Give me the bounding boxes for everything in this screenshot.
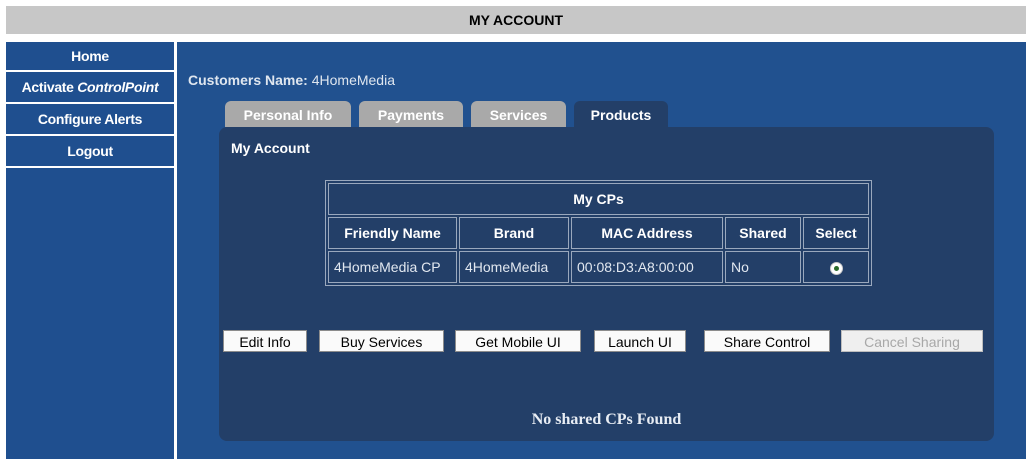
panel-title: My Account [231,140,310,156]
account-panel: My Account My CPs Friendly Name Brand MA… [219,127,994,441]
customer-name: Customers Name: 4HomeMedia [188,72,395,88]
nav-activate-label: Activate [21,79,78,95]
customer-name-value: 4HomeMedia [311,72,395,88]
cell-mac: 00:08:D3:A8:00:00 [571,251,723,283]
cp-table-header-row: Friendly Name Brand MAC Address Shared S… [328,217,869,249]
col-friendly-name: Friendly Name [328,217,457,249]
tab-payments[interactable]: Payments [359,101,463,127]
cell-shared: No [725,251,801,283]
select-radio[interactable] [829,261,843,275]
tab-services[interactable]: Services [471,101,566,127]
sidebar: Home Activate ControlPoint Configure Ale… [6,42,174,459]
no-shared-message: No shared CPs Found [531,411,682,428]
nav-activate-controlpoint[interactable]: Activate ControlPoint [6,72,174,104]
cell-friendly-name: 4HomeMedia CP [328,251,457,283]
col-select: Select [803,217,869,249]
get-mobile-ui-button[interactable]: Get Mobile UI [455,330,581,352]
nav-home[interactable]: Home [6,42,174,72]
col-mac-address: MAC Address [571,217,723,249]
page-title-bar: MY ACCOUNT [6,6,1026,36]
col-shared: Shared [725,217,801,249]
page-title: MY ACCOUNT [468,12,564,28]
table-row: 4HomeMedia CP 4HomeMedia 00:08:D3:A8:00:… [328,251,869,283]
main-content: Customers Name: 4HomeMedia Personal Info… [177,42,1026,459]
col-brand: Brand [459,217,569,249]
share-control-button[interactable]: Share Control [704,330,830,352]
tab-products[interactable]: Products [574,101,668,127]
tab-personal-info[interactable]: Personal Info [225,101,351,127]
launch-ui-button[interactable]: Launch UI [594,330,686,352]
nav-configure-alerts[interactable]: Configure Alerts [6,104,174,136]
edit-info-button[interactable]: Edit Info [223,330,307,352]
cp-table: My CPs Friendly Name Brand MAC Address S… [325,180,872,286]
buy-services-button[interactable]: Buy Services [319,330,444,352]
customer-name-label: Customers Name: [188,72,308,88]
nav-controlpoint-label: ControlPoint [77,79,159,95]
cp-table-caption: My CPs [328,183,869,215]
cell-select [803,251,869,283]
cancel-sharing-button[interactable]: Cancel Sharing [841,330,983,352]
nav-logout[interactable]: Logout [6,136,174,168]
cell-brand: 4HomeMedia [459,251,569,283]
